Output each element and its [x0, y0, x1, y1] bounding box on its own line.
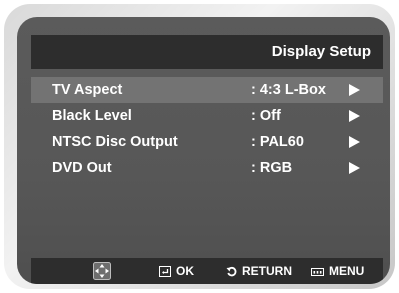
menu-hint: MENU: [311, 258, 364, 284]
arrow-right-icon: [349, 84, 360, 96]
menu-item-value: : Off: [251, 108, 281, 124]
settings-menu: TV Aspect : 4:3 L-Box Black Level : Off …: [31, 77, 383, 181]
menu-item-label: TV Aspect: [52, 82, 123, 98]
menu-item-value: : RGB: [251, 160, 293, 176]
menu-item-value: : 4:3 L-Box: [251, 82, 326, 98]
menu-item-tv-aspect[interactable]: TV Aspect : 4:3 L-Box: [31, 77, 383, 103]
arrow-right-icon: [349, 162, 360, 174]
menu-item-label: Black Level: [52, 108, 132, 124]
return-icon: [226, 267, 237, 277]
page-title: Display Setup: [271, 43, 371, 60]
dpad-icon: [93, 262, 111, 280]
arrow-right-icon: [349, 110, 360, 122]
header-bar: Display Setup: [31, 35, 383, 69]
tv-frame: Display Setup TV Aspect : 4:3 L-Box Blac…: [4, 4, 395, 289]
osd-screen: Display Setup TV Aspect : 4:3 L-Box Blac…: [17, 17, 390, 284]
menu-item-dvd-out[interactable]: DVD Out : RGB: [31, 155, 383, 181]
menu-item-ntsc-disc-output[interactable]: NTSC Disc Output : PAL60: [31, 129, 383, 155]
menu-item-value: : PAL60: [251, 134, 304, 150]
ok-label: OK: [176, 264, 194, 278]
return-hint: RETURN: [226, 258, 292, 284]
menu-item-label: NTSC Disc Output: [52, 134, 178, 150]
menu-icon: [311, 267, 324, 276]
footer-bar: OK RETURN MENU: [31, 258, 383, 284]
ok-hint: OK: [159, 258, 194, 284]
menu-label: MENU: [329, 264, 365, 278]
arrow-right-icon: [349, 136, 360, 148]
menu-item-label: DVD Out: [52, 160, 112, 176]
enter-icon: [159, 266, 171, 278]
return-label: RETURN: [242, 264, 292, 278]
menu-item-black-level[interactable]: Black Level : Off: [31, 103, 383, 129]
